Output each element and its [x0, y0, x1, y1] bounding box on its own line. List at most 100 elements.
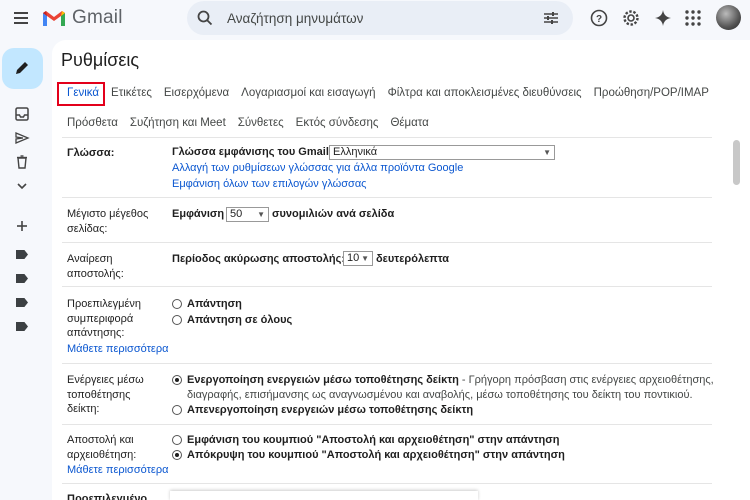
search-bar — [187, 1, 573, 35]
divider — [62, 197, 712, 198]
page-size-suffix: συνομιλιών ανά σελίδα — [272, 208, 395, 220]
tab-offline[interactable]: Εκτός σύνδεσης — [296, 117, 379, 129]
hover-actions-label-line1: Ενέργειες μέσω — [67, 374, 144, 386]
reply-radio[interactable] — [172, 299, 182, 309]
page-size-select[interactable]: 50 ▼ — [226, 207, 269, 222]
next-section-label: Προεπιλεγμένο — [67, 493, 148, 500]
send-archive-learn-more-link[interactable]: Μάθετε περισσότερα — [67, 464, 168, 476]
reply-all-radio[interactable] — [172, 315, 182, 325]
account-avatar[interactable] — [716, 5, 741, 30]
settings-gear-icon[interactable] — [621, 8, 641, 28]
app-name: Gmail — [72, 7, 123, 28]
sent-icon[interactable] — [14, 130, 30, 146]
page-size-label-line1: Μέγιστο μέγεθος — [67, 208, 149, 220]
page-title: Ρυθμίσεις — [61, 50, 140, 70]
label-tag-icon[interactable] — [16, 274, 28, 283]
main-menu-button[interactable] — [12, 9, 30, 27]
settings-panel: Ρυθμίσεις Γενικά Ετικέτες Εισερχόμενα Λο… — [52, 40, 750, 500]
divider — [62, 286, 712, 287]
page-size-label: Μέγιστο μέγεθος σελίδας: — [67, 207, 148, 236]
inbox-icon[interactable] — [14, 106, 30, 122]
tabs-row-2: Πρόσθετα Συζήτηση και Meet Σύνθετες Εκτό… — [62, 117, 429, 129]
active-tab-highlight — [57, 82, 105, 106]
divider — [62, 483, 712, 484]
hover-actions-label-line2: τοποθέτησης — [67, 388, 131, 401]
undo-send-value: 10 — [347, 252, 360, 264]
send-archive-hide-option: Απόκρυψη του κουμπιού "Αποστολή και αρχε… — [187, 449, 565, 461]
send-archive-hide-radio[interactable] — [172, 450, 182, 460]
next-section-box — [170, 491, 478, 500]
hover-actions-enable-radio[interactable] — [172, 375, 182, 385]
undo-send-suffix: δευτερόλεπτα — [376, 253, 450, 265]
hover-actions-enable-description-line2: διαγραφής, επισήμανσης ως αναγνωσμένου κ… — [187, 389, 693, 401]
send-archive-show-radio[interactable] — [172, 435, 182, 445]
tab-chat-meet[interactable]: Συζήτηση και Meet — [130, 117, 226, 129]
add-label-icon[interactable] — [14, 218, 30, 234]
display-language-label: Γλώσσα εμφάνισης του Gmail: — [172, 146, 333, 158]
chevron-down-icon: ▼ — [543, 148, 551, 157]
divider — [62, 363, 712, 364]
pencil-icon — [16, 62, 28, 74]
scrollbar[interactable] — [733, 140, 740, 185]
search-icon[interactable] — [197, 10, 213, 26]
gemini-sparkle-icon[interactable] — [653, 8, 673, 28]
undo-send-select[interactable]: 10 ▼ — [343, 251, 373, 266]
hover-actions-disable-option: Απενεργοποίηση ενεργειών μέσω τοποθέτηση… — [187, 404, 474, 416]
reply-default-label-line2: συμπεριφορά — [67, 312, 134, 325]
search-options-icon[interactable] — [543, 10, 559, 26]
language-label: Γλώσσα: — [67, 147, 115, 159]
label-tag-icon[interactable] — [16, 298, 28, 307]
send-archive-show-option: Εμφάνιση του κουμπιού "Αποστολή και αρχε… — [187, 434, 560, 446]
tab-addons[interactable]: Πρόσθετα — [67, 117, 118, 129]
divider — [62, 242, 712, 243]
hover-actions-enable-option: Ενεργοποίηση ενεργειών μέσω τοποθέτησης … — [187, 374, 714, 386]
send-archive-label: Αποστολή και αρχειοθέτηση: — [67, 433, 136, 462]
tab-themes[interactable]: Θέματα — [390, 117, 428, 129]
label-tag-icon[interactable] — [16, 250, 28, 259]
tab-forwarding-pop-imap[interactable]: Προώθηση/POP/IMAP — [594, 87, 709, 99]
page-size-prefix: Εμφάνιση — [172, 208, 225, 220]
chevron-down-icon: ▼ — [257, 210, 265, 219]
gmail-logo[interactable]: Gmail — [42, 7, 123, 29]
tab-labels[interactable]: Ετικέτες — [111, 87, 152, 99]
reply-default-label-line1: Προεπιλεγμένη — [67, 298, 142, 310]
reply-option-label: Απάντηση — [187, 298, 242, 310]
tab-advanced[interactable]: Σύνθετες — [238, 117, 284, 129]
undo-send-label-line2: αποστολής: — [67, 267, 124, 280]
tab-filters-blocked[interactable]: Φίλτρα και αποκλεισμένες διευθύνσεις — [388, 87, 582, 99]
label-tag-icon[interactable] — [16, 322, 28, 331]
compose-button[interactable] — [2, 48, 43, 89]
reply-all-option-label: Απάντηση σε όλους — [187, 314, 293, 326]
top-bar: Gmail ? — [0, 0, 750, 36]
hover-actions-enable-description: - Γρήγορη πρόσβαση στις ενέργειες αρχειο… — [458, 374, 714, 386]
svg-text:?: ? — [596, 14, 602, 25]
hover-actions-disable-radio[interactable] — [172, 405, 182, 415]
tab-accounts-import[interactable]: Λογαριασμοί και εισαγωγή — [241, 87, 375, 99]
help-icon[interactable]: ? — [589, 8, 609, 28]
send-archive-label-line2: αρχειοθέτηση: — [67, 448, 137, 461]
undo-send-label-line1: Αναίρεση — [67, 253, 113, 265]
hover-actions-enable-label: Ενεργοποίηση ενεργειών μέσω τοποθέτησης … — [187, 374, 459, 386]
reply-default-label: Προεπιλεγμένη συμπεριφορά απάντησης: — [67, 297, 141, 341]
left-rail — [0, 36, 52, 500]
tab-inbox[interactable]: Εισερχόμενα — [164, 87, 229, 99]
undo-send-prefix: Περίοδος ακύρωσης αποστολής: — [172, 253, 345, 265]
chevron-down-icon[interactable] — [14, 178, 30, 194]
display-language-value: Ελληνικά — [333, 146, 378, 158]
reply-default-label-line3: απάντησης: — [67, 327, 125, 339]
chevron-down-icon: ▼ — [361, 254, 369, 263]
divider — [62, 137, 712, 138]
page-size-value: 50 — [230, 208, 243, 220]
search-input[interactable] — [227, 1, 517, 35]
hover-actions-label-line3: δείκτη: — [67, 403, 100, 415]
tabs-row-1: Γενικά Ετικέτες Εισερχόμενα Λογαριασμοί … — [62, 87, 709, 99]
show-all-language-options-link[interactable]: Εμφάνιση όλων των επιλογών γλώσσας — [172, 178, 367, 190]
change-language-other-products-link[interactable]: Αλλαγή των ρυθμίσεων γλώσσας για άλλα πρ… — [172, 162, 463, 174]
trash-icon[interactable] — [14, 154, 30, 170]
apps-grid-icon[interactable] — [683, 8, 703, 28]
page-size-label-line2: σελίδας: — [67, 222, 108, 235]
reply-default-learn-more-link[interactable]: Μάθετε περισσότερα — [67, 343, 168, 355]
hover-actions-label: Ενέργειες μέσω τοποθέτησης δείκτη: — [67, 373, 144, 417]
send-archive-label-line1: Αποστολή και — [67, 434, 134, 446]
display-language-select[interactable]: Ελληνικά ▼ — [329, 145, 555, 160]
